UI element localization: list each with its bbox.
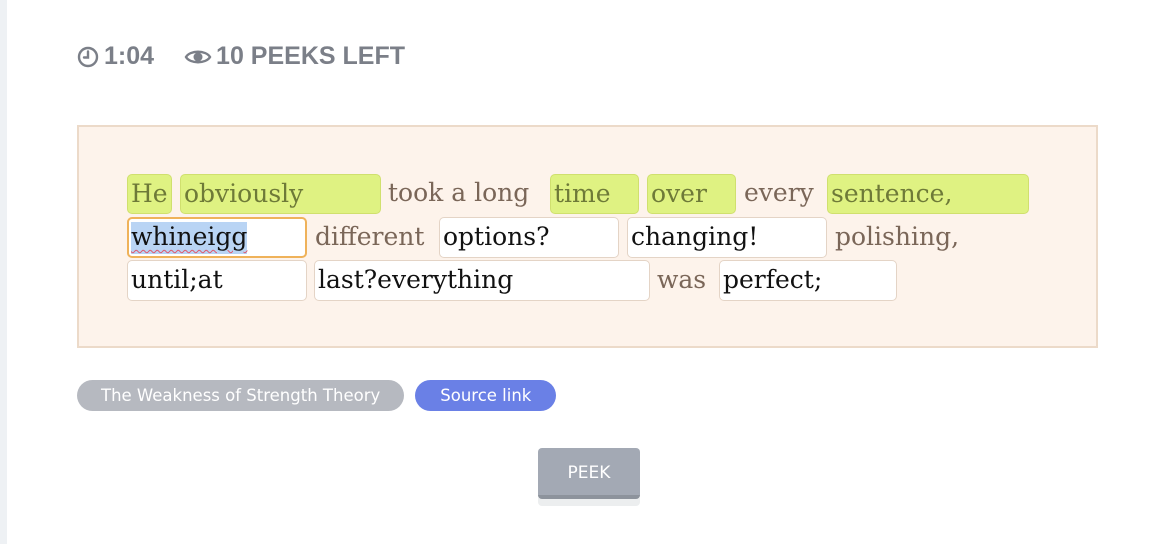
word-input[interactable]: last?everything [314, 260, 650, 301]
word-plain: different [315, 222, 425, 251]
eye-icon [184, 50, 212, 63]
word-highlight: He [127, 174, 172, 214]
word-plain: polishing, [835, 222, 960, 251]
stats-bar: 1:04 10 PEEKS LEFT [77, 42, 405, 71]
word-highlight: over [647, 174, 736, 214]
left-sidebar-edge [0, 0, 7, 544]
selected-text: whineigg [131, 222, 248, 254]
word-plain: took a long [388, 178, 530, 207]
word-highlight: obviously [180, 174, 381, 214]
peeks-value: 10 PEEKS LEFT [216, 42, 405, 70]
source-link-tag[interactable]: Source link [415, 380, 557, 411]
word-plain: every [744, 178, 814, 207]
word-highlight: sentence, [827, 174, 1029, 214]
word-input[interactable]: options? [439, 217, 619, 258]
peeks-counter: 10 PEEKS LEFT [184, 42, 405, 71]
word-input[interactable]: perfect; [719, 260, 897, 301]
timer-value: 1:04 [104, 42, 155, 70]
word-plain: was [657, 265, 707, 294]
word-input-active[interactable]: whineigg [127, 217, 307, 258]
peek-button[interactable]: PEEK [538, 448, 640, 499]
word-input[interactable]: changing! [627, 217, 827, 258]
book-title-tag[interactable]: The Weakness of Strength Theory [77, 380, 405, 411]
tags-row: The Weakness of Strength Theory Source l… [77, 380, 557, 411]
timer: 1:04 [77, 42, 154, 71]
word-highlight: time [550, 174, 639, 214]
word-input[interactable]: until;at [127, 260, 307, 301]
passage-box: He obviously took a long time over every… [77, 125, 1098, 348]
clock-icon [77, 46, 99, 67]
